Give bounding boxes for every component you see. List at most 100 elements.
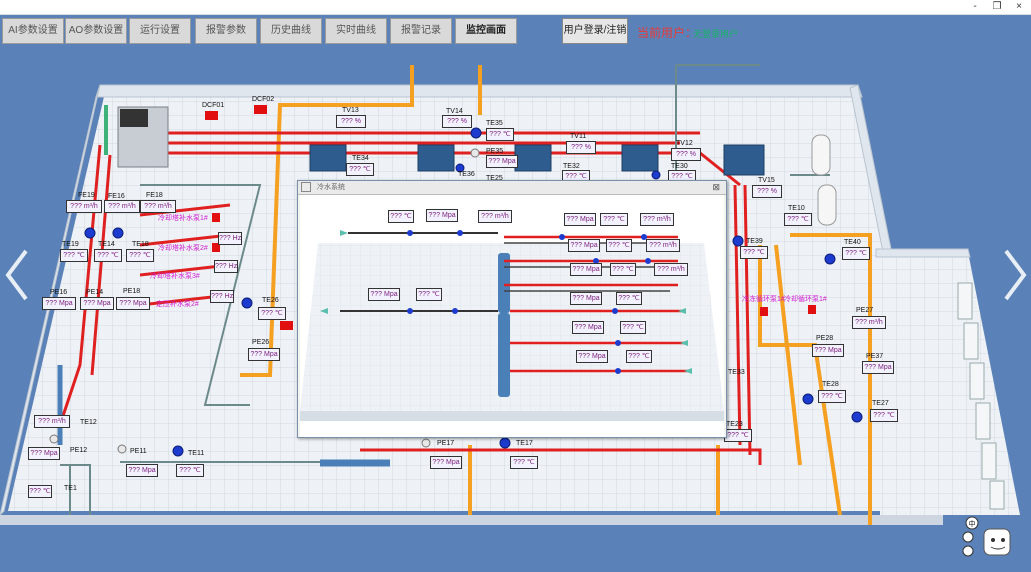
- tab-ai-settings[interactable]: AI参数设置: [2, 18, 64, 44]
- value-box: ??? Hz: [210, 290, 234, 303]
- value-box: ??? ℃: [28, 485, 52, 498]
- dcf01-status: [205, 111, 218, 120]
- tag-label: TE26: [262, 297, 279, 304]
- tag-label: PE26: [252, 339, 270, 346]
- value-box: ??? Mpa: [430, 456, 462, 469]
- value-box: ??? ℃: [818, 390, 846, 403]
- value-box: ??? m³/h: [66, 200, 102, 213]
- pump-status: [760, 307, 768, 316]
- value-box: ??? ℃: [600, 213, 628, 226]
- value-box: ??? ℃: [346, 163, 374, 176]
- value-box: ??? m³/h: [654, 263, 688, 276]
- tag-label: TE14: [98, 241, 115, 248]
- menu-bar: AI参数设置 AO参数设置 运行设置 报警参数 历史曲线 实时曲线 报警记录 监…: [0, 15, 1031, 45]
- restore-icon[interactable]: ❐: [990, 1, 1004, 12]
- value-box: ??? ℃: [610, 263, 636, 276]
- tag-label: TE23: [726, 421, 743, 428]
- next-page-icon[interactable]: [1000, 245, 1030, 305]
- tag-label: PE18: [123, 288, 141, 295]
- tag-label: TE1: [64, 485, 77, 492]
- value-box: ??? Mpa: [568, 239, 600, 252]
- value-box: ??? m³/h: [646, 239, 680, 252]
- chilled-water-popup[interactable]: 冷水系统 ⊠ ??? ℃ ??? Mpa ??? m³/h ??? Mpa ??…: [297, 180, 727, 438]
- tag-label: TE34: [352, 155, 369, 162]
- tag-label: TE10: [788, 205, 805, 212]
- minimize-icon[interactable]: -: [968, 1, 982, 12]
- tag-label: FE19: [78, 192, 95, 199]
- tag-label: TE28: [822, 381, 839, 388]
- tag-label: TE11: [188, 450, 205, 457]
- close-icon[interactable]: ×: [1012, 1, 1026, 12]
- tag-label: TV13: [342, 107, 359, 114]
- value-box: ??? Mpa: [564, 213, 596, 226]
- tab-alarm-params[interactable]: 报警参数: [195, 18, 257, 44]
- value-box: ??? Mpa: [576, 350, 608, 363]
- tab-history-curve[interactable]: 历史曲线: [260, 18, 322, 44]
- login-button[interactable]: 用户登录/注销: [562, 18, 628, 44]
- pump-label: 冷却塔补水泵3#: [150, 273, 200, 280]
- value-box: ??? Mpa: [570, 263, 602, 276]
- pump-label: 冷却塔补水泵1#: [158, 215, 208, 222]
- pump-label: 冷却塔补水泵2#: [158, 245, 208, 252]
- pump-label: 冷冻循环泵1#: [742, 296, 785, 303]
- tag-label: FE18: [146, 192, 163, 199]
- value-box: ??? Mpa: [80, 297, 114, 310]
- value-box: ??? ℃: [616, 292, 642, 305]
- value-box: ??? Mpa: [248, 348, 280, 361]
- current-user-value: 无登录用户: [693, 29, 739, 39]
- tag-label: TE19: [62, 241, 79, 248]
- value-box: ??? Mpa: [126, 464, 158, 477]
- value-box: ??? Mpa: [570, 292, 602, 305]
- value-box: ??? ℃: [94, 249, 122, 262]
- value-box: ??? ℃: [870, 409, 898, 422]
- popup-title-bar[interactable]: 冷水系统 ⊠: [298, 181, 726, 195]
- value-box: ??? m³/h: [478, 210, 512, 223]
- tag-label: TV15: [758, 177, 775, 184]
- current-user-label: 当前用户：: [637, 26, 698, 40]
- tab-ao-settings[interactable]: AO参数设置: [65, 18, 127, 44]
- tag-label: PE27: [856, 307, 874, 314]
- tag-label: TV14: [446, 108, 463, 115]
- value-box: ??? ℃: [784, 213, 812, 226]
- window-icon: [301, 182, 311, 193]
- pump-status: [212, 213, 220, 222]
- value-box: ??? ℃: [740, 246, 768, 259]
- close-icon[interactable]: ⊠: [712, 181, 720, 194]
- tag-label: TE39: [746, 238, 763, 245]
- assistant-robot-icon[interactable]: 中: [958, 515, 1018, 560]
- pump-label: 冷却循环泵1#: [784, 296, 827, 303]
- prev-page-icon[interactable]: [2, 245, 32, 305]
- value-box: ??? Hz: [214, 260, 238, 273]
- dcf02-status: [254, 105, 267, 114]
- tab-alarm-records[interactable]: 报警记录: [390, 18, 452, 44]
- value-box: ??? ℃: [258, 307, 286, 320]
- tab-monitor-view[interactable]: 监控画面: [455, 18, 517, 44]
- value-box: ??? m³/h: [852, 316, 886, 329]
- value-box: ??? ℃: [510, 456, 538, 469]
- tag-label: PE14: [86, 289, 104, 296]
- value-box: ??? ℃: [606, 239, 632, 252]
- tag-label: TE40: [844, 239, 861, 246]
- value-box: ??? Mpa: [812, 344, 844, 357]
- value-box: ??? Mpa: [486, 155, 518, 168]
- tag-label: TE30: [671, 163, 688, 170]
- value-box: ??? ℃: [60, 249, 88, 262]
- value-box: ??? Hz: [218, 232, 242, 245]
- value-box: ??? Mpa: [42, 297, 76, 310]
- window-title-bar: - ❐ ×: [0, 0, 1031, 15]
- value-box: ??? m³/h: [34, 415, 70, 428]
- tag-label: TE36: [458, 171, 475, 178]
- value-box: ??? Mpa: [572, 321, 604, 334]
- tag-label: DCF01: [202, 102, 225, 109]
- pump-status: [280, 321, 293, 330]
- tag-label: PE11: [130, 448, 147, 455]
- tag-label: PE17: [437, 440, 455, 447]
- tab-run-settings[interactable]: 运行设置: [129, 18, 191, 44]
- tag-label: TE33: [728, 369, 745, 376]
- tag-label: TE35: [486, 120, 503, 127]
- tag-label: PE16: [50, 289, 68, 296]
- tab-realtime-curve[interactable]: 实时曲线: [325, 18, 387, 44]
- value-box: ??? %: [752, 185, 782, 198]
- tag-label: TE32: [563, 163, 580, 170]
- tag-label: FE16: [108, 193, 125, 200]
